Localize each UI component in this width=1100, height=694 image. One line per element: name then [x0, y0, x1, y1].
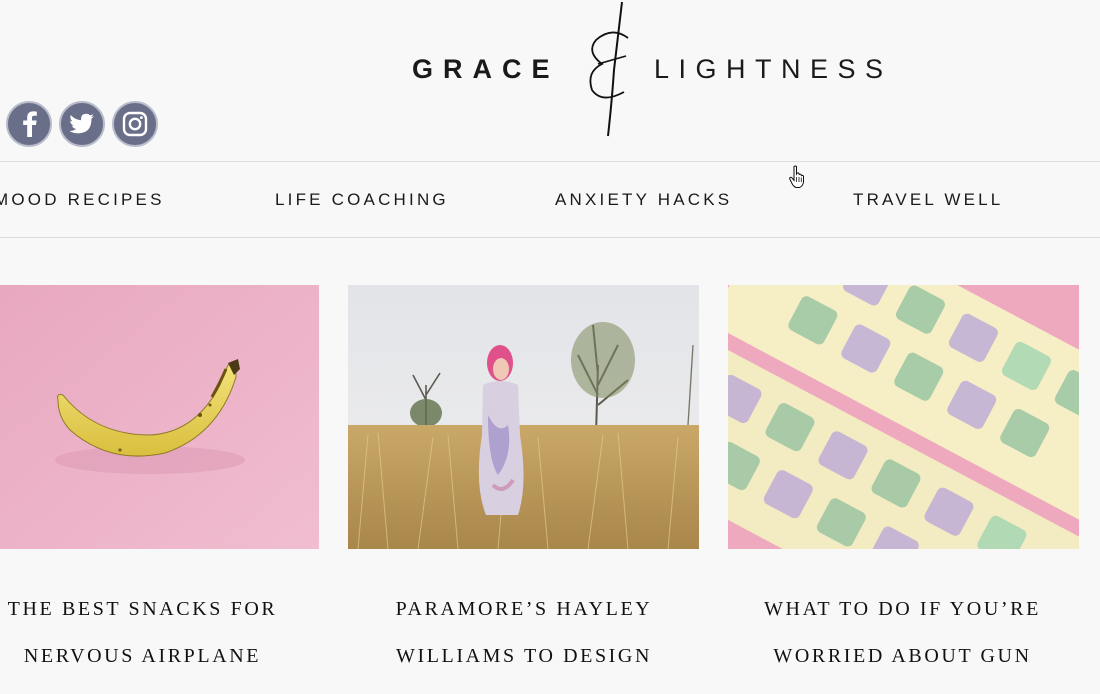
post-title-line: NERVOUS AIRPLANE	[23, 645, 262, 667]
post-title-gun[interactable]: WHAT TO DO IF YOU’RE WORRIED ABOUT GUN	[745, 586, 1060, 680]
post-image-field[interactable]	[348, 285, 699, 549]
facebook-button[interactable]	[6, 101, 52, 147]
twitter-button[interactable]	[59, 101, 105, 147]
ampersand-logo-icon	[589, 1, 629, 137]
hand-pointer-cursor-icon	[789, 165, 804, 188]
post-title-line: WILLIAMS TO DESIGN	[395, 645, 653, 667]
nav-item-travel-well[interactable]: TRAVEL WELL	[853, 190, 1003, 210]
instagram-icon	[122, 111, 148, 137]
main-nav: MOOD RECIPES LIFE COACHING ANXIETY HACKS…	[0, 161, 1100, 238]
banana-photo	[0, 285, 319, 549]
social-links	[6, 101, 158, 147]
nav-item-life-coaching[interactable]: LIFE COACHING	[275, 190, 449, 210]
site-logo[interactable]: GRACE LIGHTNESS	[410, 0, 930, 150]
post-title-line: THE BEST SNACKS FOR	[7, 598, 278, 620]
woman-in-field-photo	[348, 285, 699, 549]
post-title-line: WHAT TO DO IF YOU’RE	[764, 598, 1041, 620]
post-image-banana[interactable]	[0, 285, 319, 549]
logo-word-lightness: LIGHTNESS	[654, 54, 893, 84]
nav-item-mood-recipes[interactable]: MOOD RECIPES	[0, 190, 165, 210]
nav-item-anxiety-hacks[interactable]: ANXIETY HACKS	[555, 190, 732, 210]
post-title-paramore[interactable]: PARAMORE’S HAYLEY WILLIAMS TO DESIGN	[374, 586, 674, 680]
post-image-watercolor[interactable]	[728, 285, 1079, 549]
instagram-button[interactable]	[112, 101, 158, 147]
post-title-line: WORRIED ABOUT GUN	[773, 645, 1032, 667]
facebook-icon	[23, 111, 37, 137]
watercolor-pattern-photo	[728, 285, 1079, 549]
post-title-line: PARAMORE’S HAYLEY	[395, 598, 653, 620]
twitter-icon	[69, 113, 94, 134]
post-title-snacks[interactable]: THE BEST SNACKS FOR NERVOUS AIRPLANE	[0, 586, 285, 680]
logo-word-grace: GRACE	[412, 54, 560, 84]
